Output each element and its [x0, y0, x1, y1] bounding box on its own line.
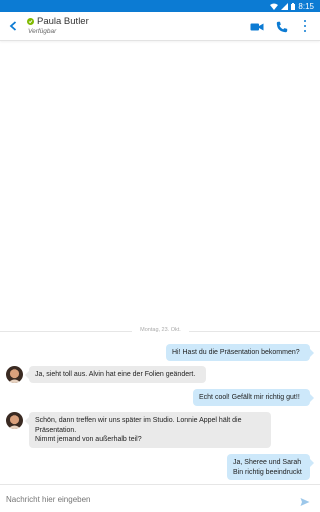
contact-status: Verfügbar	[28, 28, 57, 35]
avatar-photo	[6, 366, 23, 383]
video-camera-icon	[250, 23, 264, 31]
audio-call-button[interactable]	[276, 20, 288, 33]
more-dot-icon	[303, 29, 307, 32]
status-time: 8:15	[298, 1, 314, 11]
message-composer	[0, 484, 320, 512]
send-button[interactable]	[300, 494, 310, 506]
divider-line	[189, 331, 320, 332]
bubble-tail	[25, 371, 29, 379]
message-text: Echt cool! Gefällt mir richtig gut!!	[199, 394, 300, 401]
bubble-tail	[310, 459, 314, 467]
message-text: Hi! Hast du die Präsentation bekommen?	[172, 349, 300, 356]
outgoing-message[interactable]: Ja, Sheree und Sarah Bin richtig beeindr…	[227, 454, 314, 480]
message-text: Schön, dann treffen wir uns später im St…	[35, 417, 242, 424]
contact-name[interactable]: Paula Butler	[37, 16, 89, 27]
send-icon	[300, 498, 310, 506]
more-options-button[interactable]	[300, 19, 310, 33]
wifi-icon	[270, 3, 279, 10]
outgoing-message[interactable]: Hi! Hast du die Präsentation bekommen?	[166, 344, 314, 361]
more-dot-icon	[303, 24, 307, 28]
message-text: Ja, Sheree und Sarah	[233, 459, 302, 466]
bubble-tail	[25, 417, 29, 425]
message-text: Nimmt jemand von außerhalb teil?	[35, 436, 142, 443]
date-label: Montag, 23. Okt.	[140, 327, 181, 333]
presence-available-icon	[27, 18, 34, 25]
incoming-message[interactable]: Ja, sieht toll aus. Alvin hat eine der F…	[25, 366, 206, 383]
back-button[interactable]	[6, 19, 20, 33]
bubble-tail	[310, 349, 314, 357]
chevron-left-icon	[9, 21, 17, 31]
video-call-button[interactable]	[250, 20, 264, 32]
divider-line	[0, 331, 132, 332]
message-text: Präsentation.	[35, 426, 77, 434]
avatar[interactable]	[6, 412, 23, 429]
chat-header: Paula Butler Verfügbar	[0, 12, 320, 41]
date-divider: Montag, 23. Okt.	[0, 326, 320, 336]
battery-icon	[291, 2, 296, 10]
more-dot-icon	[303, 20, 307, 23]
incoming-message[interactable]: Schön, dann treffen wir uns später im St…	[25, 412, 271, 448]
phone-icon	[276, 21, 288, 33]
message-text: Bin richtig beeindruckt	[233, 468, 302, 476]
message-text: Ja, sieht toll aus. Alvin hat eine der F…	[35, 371, 196, 378]
outgoing-message[interactable]: Echt cool! Gefällt mir richtig gut!!	[193, 389, 314, 406]
avatar-photo	[6, 412, 23, 429]
status-bar: 8:15	[0, 0, 320, 12]
bubble-tail	[310, 394, 314, 402]
message-input[interactable]	[6, 492, 286, 506]
avatar[interactable]	[6, 366, 23, 383]
signal-icon	[281, 2, 289, 10]
